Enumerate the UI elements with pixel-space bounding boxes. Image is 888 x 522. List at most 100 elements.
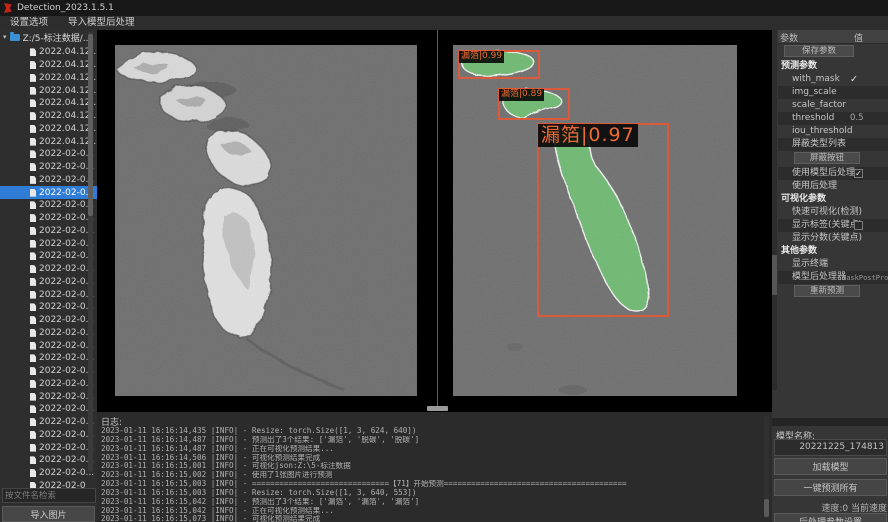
- params-row-label: 模型后处理器: [792, 272, 846, 282]
- tree-item[interactable]: 2022-02-0...: [0, 352, 97, 365]
- tree-item-label: 2022-02-0...: [39, 251, 94, 261]
- tree-item-label: 2022-02-0...: [39, 175, 94, 185]
- tree-item[interactable]: 2022-02-0...: [0, 467, 97, 480]
- tree-item[interactable]: 2022-02-0: [0, 480, 97, 489]
- tree-item-label: 2022-02-0...: [39, 149, 94, 159]
- tree-item[interactable]: 2022-02-0...: [0, 161, 97, 174]
- file-icon: [30, 431, 36, 439]
- params-row[interactable]: with_mask✓: [778, 73, 888, 86]
- tree-root-label: Z:/5-标注数据/...: [23, 31, 92, 44]
- tree-item[interactable]: 2022-02-0...: [0, 378, 97, 391]
- tree-item[interactable]: 2022-02-0...: [0, 454, 97, 467]
- params-row[interactable]: 显示终端: [778, 258, 888, 271]
- params-section-header[interactable]: 预测参数: [778, 60, 888, 73]
- params-rows: 保存参数预测参数with_mask✓img_scalescale_factort…: [778, 44, 888, 300]
- tree-item[interactable]: 2022-02-0...: [0, 199, 97, 212]
- folder-icon: [10, 34, 20, 41]
- checkbox-checked[interactable]: ✓: [854, 169, 863, 178]
- params-row[interactable]: threshold0.5: [778, 112, 888, 125]
- params-row[interactable]: 快速可视化(检测): [778, 206, 888, 219]
- params-row-label: 显示标签(关键点): [792, 220, 862, 230]
- params-row[interactable]: 使用后处理: [778, 180, 888, 193]
- tree-item[interactable]: 2022-02-0...: [0, 327, 97, 340]
- file-tree-items: 2022.04.12...2022.04.12...2022.04.12...2…: [0, 46, 97, 488]
- log-line: 2023-01-11 16:16:14,435 |INFO| - Resize:…: [101, 427, 759, 436]
- params-row-value: ✓: [850, 73, 858, 86]
- log-line: 2023-01-11 16:16:14,506 |INFO| - 可视化预测结果…: [101, 454, 759, 463]
- raw-image-view[interactable]: [115, 45, 417, 396]
- tree-item[interactable]: 2022-02-0...: [0, 390, 97, 403]
- tree-item[interactable]: 2022-02-0...: [0, 416, 97, 429]
- tree-item[interactable]: 2022-02-0...: [0, 276, 97, 289]
- block-button[interactable]: 屏蔽按钮: [794, 152, 860, 164]
- log-scrollbar-handle[interactable]: [764, 499, 769, 517]
- params-row[interactable]: iou_threshold: [778, 125, 888, 138]
- tree-item[interactable]: 2022-02-0...: [0, 225, 97, 238]
- prediction-image-view[interactable]: 漏箔|0.99 漏箔|0.89 漏箔|0.97: [453, 45, 737, 396]
- tree-item-label: 2022-02-0...: [39, 200, 94, 210]
- tree-item[interactable]: 2022-02-0...: [0, 237, 97, 250]
- save-params-button[interactable]: 保存参数: [784, 45, 854, 57]
- params-section-header[interactable]: 可视化参数: [778, 193, 888, 206]
- params-row[interactable]: 屏蔽类型列表: [778, 138, 888, 151]
- tree-root-folder[interactable]: ▾ Z:/5-标注数据/...: [0, 30, 97, 44]
- menu-settings[interactable]: 设置选项: [0, 16, 58, 30]
- tree-item[interactable]: 2022.04.12...: [0, 123, 97, 136]
- tree-item[interactable]: 2022.04.12...: [0, 110, 97, 123]
- tree-item-label: 2022-02-0...: [39, 379, 94, 389]
- tree-item[interactable]: 2022-02-0...: [0, 148, 97, 161]
- params-row-label: 使用模型后处理: [792, 168, 855, 178]
- log-line: 2023-01-11 16:16:15,003 |INFO| - =======…: [101, 480, 759, 489]
- file-icon: [30, 87, 36, 95]
- tree-item[interactable]: 2022-02-0...: [0, 263, 97, 276]
- log-line: 2023-01-11 16:16:15,073 |INFO| - 可视化预测结果…: [101, 515, 759, 522]
- tree-item[interactable]: 2022-02-0...: [0, 174, 97, 187]
- image-canvas: 漏箔|0.99 漏箔|0.89 漏箔|0.97: [97, 30, 772, 412]
- tree-item-label: 2022-02-0...: [39, 264, 94, 274]
- tree-item[interactable]: 2022.04.12...: [0, 72, 97, 85]
- params-row[interactable]: 使用模型后处理✓: [778, 167, 888, 180]
- file-tree-panel: ▾ Z:/5-标注数据/... 2022.04.12...2022.04.12.…: [0, 30, 97, 522]
- file-icon: [30, 150, 36, 158]
- params-scrollbar-handle[interactable]: [772, 255, 777, 295]
- file-icon: [30, 469, 36, 477]
- tree-item[interactable]: 2022-02-0...: [0, 441, 97, 454]
- tree-item[interactable]: 2022.04.12...: [0, 59, 97, 72]
- params-section-header[interactable]: 其他参数: [778, 245, 888, 258]
- tree-item[interactable]: 2022.04.12...: [0, 135, 97, 148]
- import-images-button[interactable]: 导入图片: [2, 506, 95, 522]
- predict-all-button[interactable]: 一键预测所有: [774, 479, 887, 496]
- tree-scrollbar-handle[interactable]: [88, 34, 93, 216]
- postprocess-params-button[interactable]: 后处理参数设置: [774, 513, 887, 522]
- log-line: 2023-01-11 16:16:15,042 |INFO| - 预测出了3个结…: [101, 498, 759, 507]
- repredict-button[interactable]: 重新预测: [794, 285, 860, 297]
- tree-item[interactable]: 2022-02-0...: [0, 212, 97, 225]
- tree-item[interactable]: 2022-02-0...: [0, 186, 97, 199]
- tree-item[interactable]: 2022.04.12...: [0, 84, 97, 97]
- tree-item[interactable]: 2022-02-0...: [0, 288, 97, 301]
- tree-item-label: 2022-02-0...: [39, 277, 94, 287]
- params-row[interactable]: scale_factor: [778, 99, 888, 112]
- tree-item-label: 2022-02-0...: [39, 226, 94, 236]
- params-row[interactable]: 模型后处理器MaskPostPro: [778, 271, 888, 284]
- tree-item[interactable]: 2022.04.12...: [0, 46, 97, 59]
- tree-item[interactable]: 2022-02-0...: [0, 301, 97, 314]
- params-row-label: 使用后处理: [792, 181, 837, 191]
- model-name-field[interactable]: 20221225_174813: [774, 439, 887, 456]
- tree-item[interactable]: 2022-02-0...: [0, 314, 97, 327]
- expand-arrow-icon[interactable]: ▾: [3, 33, 7, 41]
- params-row[interactable]: 显示标签(关键点): [778, 219, 888, 232]
- tree-item[interactable]: 2022-02-0...: [0, 429, 97, 442]
- viewer-splitter-handle[interactable]: [427, 406, 448, 411]
- tree-item[interactable]: 2022-02-0...: [0, 339, 97, 352]
- menu-import-model-postprocess[interactable]: 导入模型后处理: [58, 16, 145, 30]
- load-model-button[interactable]: 加载模型: [774, 458, 887, 475]
- tree-item[interactable]: 2022-02-0...: [0, 365, 97, 378]
- tree-item[interactable]: 2022-02-0...: [0, 250, 97, 263]
- search-input[interactable]: [2, 488, 96, 503]
- tree-item[interactable]: 2022-02-0...: [0, 403, 97, 416]
- params-row[interactable]: 显示分数(关键点): [778, 232, 888, 245]
- tree-item[interactable]: 2022.04.12...: [0, 97, 97, 110]
- checkbox-unchecked[interactable]: [854, 221, 863, 230]
- params-row[interactable]: img_scale: [778, 86, 888, 99]
